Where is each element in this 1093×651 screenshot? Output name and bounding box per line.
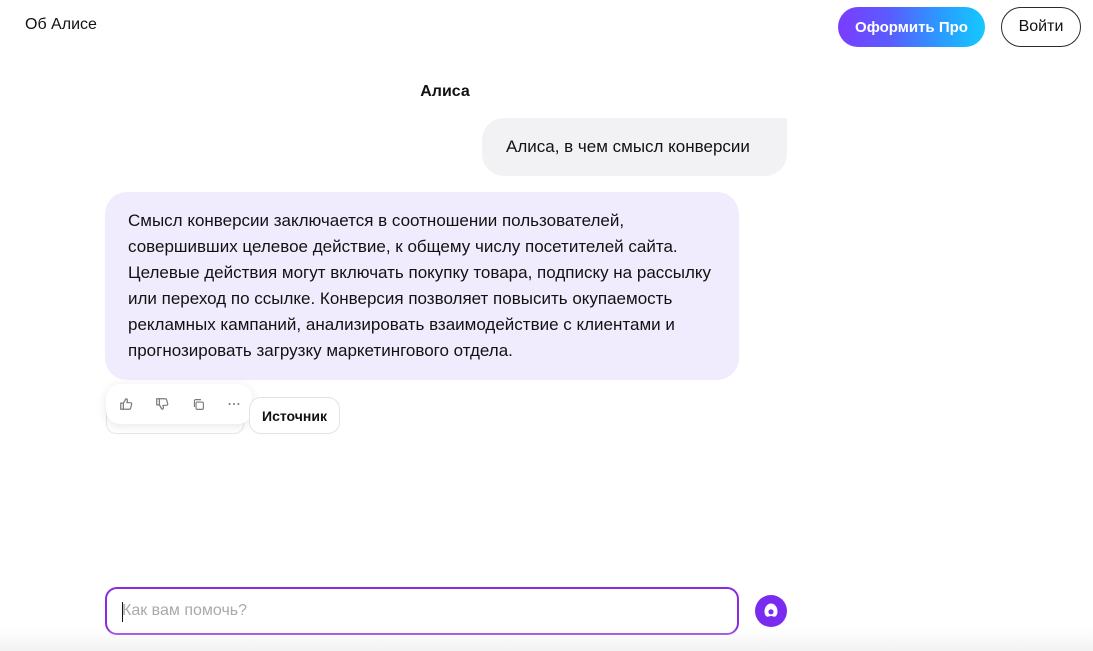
copy-icon[interactable] (188, 394, 208, 414)
about-alice-link[interactable]: Об Алисе (25, 16, 97, 34)
thumbs-up-icon[interactable] (116, 394, 136, 414)
text-caret (122, 602, 123, 622)
alice-chat-page: Об Алисе Оформить Про Войти Алиса Алиса,… (0, 0, 1093, 651)
footer-fade (0, 628, 1093, 651)
login-button[interactable]: Войти (1001, 7, 1081, 47)
thumbs-down-icon[interactable] (152, 394, 172, 414)
alice-icon[interactable] (755, 595, 787, 627)
more-icon[interactable] (224, 394, 244, 414)
message-actions (106, 384, 252, 424)
get-pro-button[interactable]: Оформить Про (838, 7, 985, 47)
message-input[interactable] (107, 589, 737, 633)
source-button[interactable]: Источник (249, 397, 340, 434)
assistant-message: Смысл конверсии заключается в соотношени… (105, 192, 739, 380)
user-message: Алиса, в чем смысл конверсии (482, 118, 787, 176)
chat-title: Алиса (420, 83, 470, 100)
